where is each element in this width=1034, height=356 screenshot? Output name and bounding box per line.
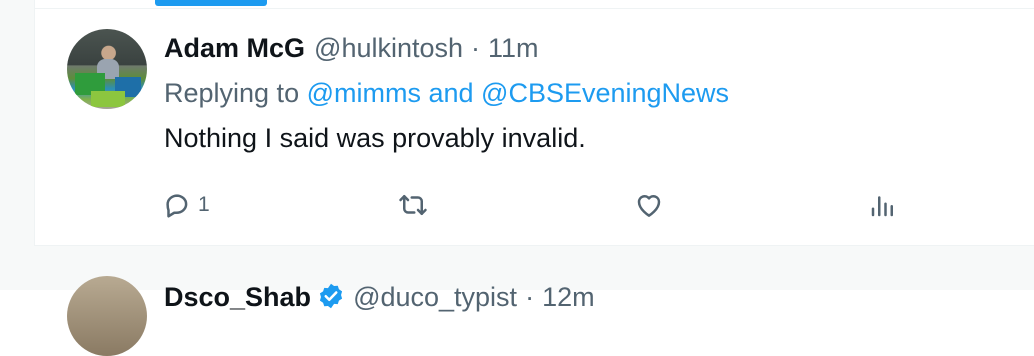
tweet-header: Adam McG @hulkintosh · 11m <box>164 33 539 67</box>
avatar[interactable] <box>67 29 147 109</box>
tweet[interactable]: Adam McG @hulkintosh · 11m Replying to @… <box>34 9 1034 245</box>
bar-chart-icon <box>871 196 893 217</box>
tweet-text: Nothing I said was provably invalid. <box>164 123 586 153</box>
tweet-actions: 1 <box>34 185 1034 225</box>
like-button[interactable] <box>634 185 670 225</box>
replying-to-line: Replying to @mimms and @CBSEveningNews <box>164 78 729 109</box>
reply-button[interactable]: 1 <box>162 185 210 225</box>
replying-to-label: Replying to <box>164 78 300 108</box>
page-background <box>0 0 34 290</box>
active-tab-indicator <box>155 0 267 6</box>
tweet-header: Dsco_Shab @duco_typist · 12m <box>164 278 595 313</box>
verified-badge-icon <box>319 283 343 309</box>
retweet-button[interactable] <box>398 185 434 225</box>
timestamp[interactable]: 11m <box>488 33 539 64</box>
views-button[interactable] <box>868 185 904 225</box>
replying-to-mentions[interactable]: @mimms and @CBSEveningNews <box>307 78 729 108</box>
author-handle[interactable]: @hulkintosh <box>314 33 463 64</box>
avatar[interactable] <box>67 276 147 356</box>
next-tweet[interactable]: Dsco_Shab @duco_typist · 12m <box>34 246 1034 356</box>
separator-dot: · <box>525 282 535 312</box>
speech-bubble-icon <box>166 194 188 218</box>
author-name[interactable]: Adam McG <box>164 33 305 64</box>
author-handle[interactable]: @duco_typist <box>353 282 517 313</box>
timestamp[interactable]: 12m <box>542 282 595 313</box>
separator-dot: · <box>471 33 481 63</box>
heart-icon <box>637 195 661 217</box>
author-name[interactable]: Dsco_Shab <box>164 282 311 313</box>
retweet-arrows-icon <box>399 195 427 215</box>
reply-count: 1 <box>198 193 210 216</box>
